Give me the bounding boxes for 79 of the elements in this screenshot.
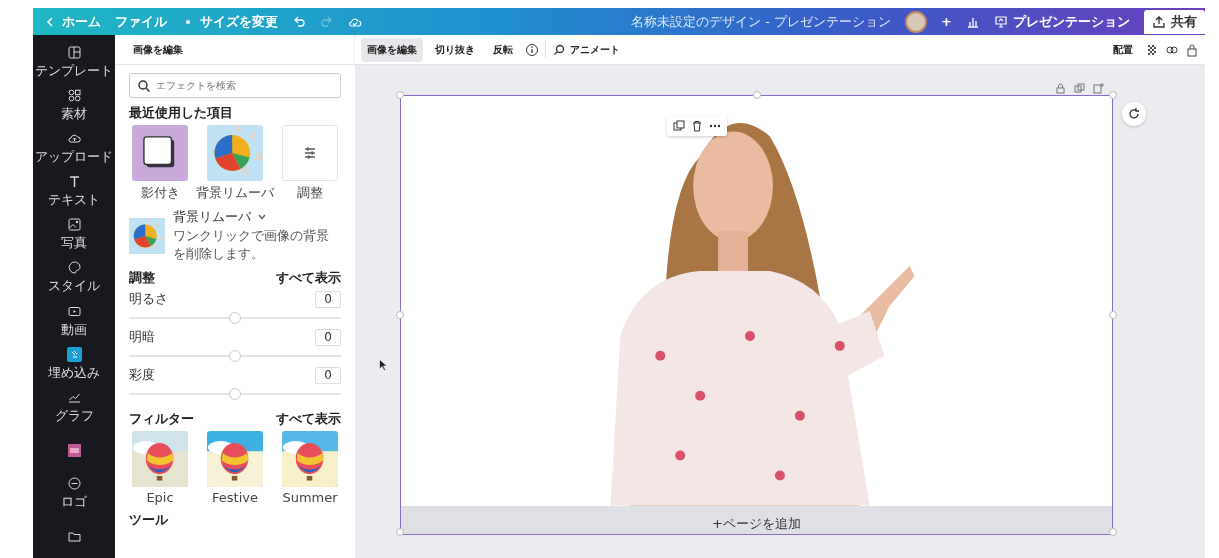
avatar[interactable] bbox=[905, 10, 928, 33]
beach-ball-thumbnail[interactable] bbox=[129, 217, 165, 254]
slider-label: 明るさ bbox=[129, 290, 168, 308]
shadow-effect-thumbnail[interactable] bbox=[132, 125, 188, 181]
sidebar-item[interactable]: 写真 bbox=[33, 213, 115, 257]
section-heading: 最近使用した項目 bbox=[129, 104, 233, 122]
resize-handle[interactable] bbox=[396, 528, 404, 536]
sidebar-item[interactable]: アップロード bbox=[33, 127, 115, 171]
present-button[interactable]: プレゼンテーション bbox=[994, 12, 1130, 31]
palette-icon bbox=[66, 260, 82, 276]
rotate-button[interactable] bbox=[1122, 102, 1146, 126]
add-page-icon[interactable] bbox=[1093, 83, 1104, 94]
resize-handle[interactable] bbox=[1109, 91, 1117, 99]
search-icon bbox=[137, 79, 151, 93]
toolbar-tab[interactable]: 切り抜き bbox=[429, 37, 481, 62]
lock-icon[interactable] bbox=[1055, 83, 1066, 94]
resize-handle[interactable] bbox=[753, 91, 761, 99]
app-icon[interactable] bbox=[66, 442, 82, 458]
panel-title: 画像を編集 bbox=[133, 42, 183, 57]
value-field[interactable]: 0 bbox=[315, 366, 341, 384]
sidebar-item[interactable]: ロゴ bbox=[33, 471, 115, 515]
share-button[interactable]: 共有 bbox=[1144, 9, 1205, 34]
layout-icon bbox=[66, 45, 82, 61]
sidebar-item[interactable]: スタイル bbox=[33, 256, 115, 300]
sidebar-item[interactable]: 素材 bbox=[33, 84, 115, 128]
upload-icon bbox=[1152, 14, 1166, 29]
undo-icon[interactable] bbox=[292, 14, 306, 29]
slider-label: 彩度 bbox=[129, 366, 155, 384]
sidebar-item[interactable]: テキスト bbox=[33, 170, 115, 214]
search-field[interactable]: エフェクトを検索 bbox=[129, 73, 341, 98]
transparency-icon[interactable] bbox=[1145, 42, 1159, 57]
arrange-button[interactable]: 配置 bbox=[1113, 42, 1133, 57]
filter-label: Epic bbox=[146, 490, 174, 505]
slider-thumb[interactable] bbox=[229, 350, 241, 362]
resize-handle[interactable] bbox=[396, 91, 404, 99]
rotate-icon bbox=[1127, 107, 1141, 121]
toolbar-tab[interactable]: 画像を編集 bbox=[361, 37, 423, 62]
sidebar-item[interactable]: グラフ bbox=[33, 385, 115, 429]
resize-handle[interactable] bbox=[1109, 311, 1117, 319]
show-all-link[interactable]: すべて表示 bbox=[276, 269, 341, 287]
presentation-icon bbox=[994, 14, 1008, 29]
trash-icon[interactable] bbox=[691, 120, 703, 132]
filter-label: Festive bbox=[212, 490, 258, 505]
resize-handle[interactable] bbox=[396, 311, 404, 319]
section-heading: フィルター bbox=[129, 410, 194, 428]
embed-icon bbox=[66, 346, 82, 362]
lock-icon[interactable] bbox=[1185, 42, 1199, 57]
value-field[interactable]: 0 bbox=[315, 328, 341, 346]
effect-description: ワンクリックで画像の背景を削除します。 bbox=[173, 227, 330, 263]
sidebar-item[interactable]: テンプレート bbox=[33, 41, 115, 85]
section-heading: ツール bbox=[129, 511, 168, 529]
logo-icon bbox=[66, 475, 82, 491]
slider-label: 明暗 bbox=[129, 328, 155, 346]
effect-label: 影付き bbox=[140, 184, 180, 202]
sidebar-item[interactable]: 動画 bbox=[33, 299, 115, 343]
show-all-link[interactable]: すべて表示 bbox=[276, 410, 341, 428]
add-button[interactable]: + bbox=[941, 14, 952, 29]
sliders-icon[interactable] bbox=[282, 125, 338, 181]
document-title: 名称未設定のデザイン - プレゼンテーション bbox=[631, 12, 892, 31]
add-page-button[interactable]: +ページを追加 bbox=[712, 515, 801, 533]
slider-thumb[interactable] bbox=[229, 312, 241, 324]
slider-thumb[interactable] bbox=[229, 388, 241, 400]
info-icon[interactable] bbox=[525, 42, 539, 57]
sidebar-item[interactable]: 埋め込み bbox=[33, 342, 115, 386]
effect-title[interactable]: 背景リムーバ bbox=[173, 208, 251, 226]
photo-icon bbox=[66, 217, 82, 233]
copy-icon[interactable] bbox=[1074, 83, 1085, 94]
cursor-icon bbox=[379, 359, 388, 371]
toolbar-tab[interactable]: 反転 bbox=[487, 37, 519, 62]
value-field[interactable]: 0 bbox=[315, 290, 341, 308]
resize-handle[interactable] bbox=[1109, 528, 1117, 536]
section-heading: 調整 bbox=[129, 269, 155, 287]
animate-button[interactable]: アニメート bbox=[552, 42, 620, 57]
shapes-icon bbox=[66, 88, 82, 104]
effect-label: 調整 bbox=[297, 184, 323, 202]
effect-label: 背景リムーバ bbox=[196, 184, 274, 202]
beach-ball-thumbnail[interactable] bbox=[207, 125, 263, 181]
filter-label: Summer bbox=[282, 490, 338, 505]
copy-icon[interactable] bbox=[673, 120, 685, 132]
